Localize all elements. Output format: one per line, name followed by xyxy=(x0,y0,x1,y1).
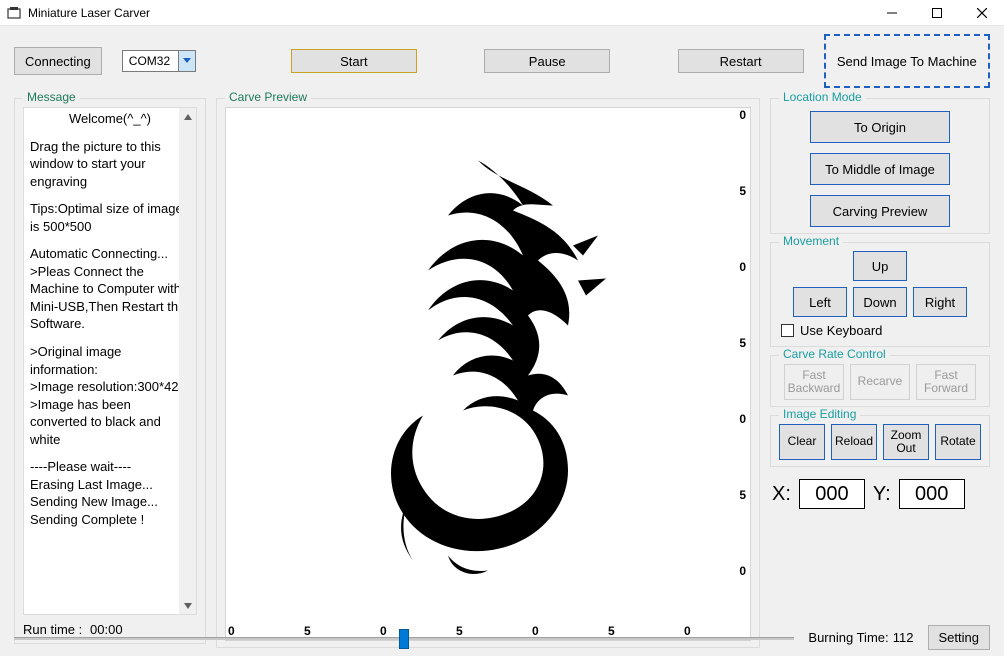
carve-rate-panel: Carve Rate Control Fast Backward Recarve… xyxy=(770,355,990,407)
burning-time-label: Burning Time: 112 xyxy=(808,629,913,646)
carving-preview-button[interactable]: Carving Preview xyxy=(810,195,950,227)
recarve-button[interactable]: Recarve xyxy=(850,364,910,400)
message-panel: Message Welcome(^_^) Drag the picture to… xyxy=(14,98,206,644)
carve-preview-panel: Carve Preview xyxy=(216,98,760,648)
move-down-button[interactable]: Down xyxy=(853,287,907,317)
fast-forward-button[interactable]: Fast Forward xyxy=(916,364,976,400)
movement-legend: Movement xyxy=(779,234,843,248)
top-toolbar: Connecting COM32 Start Pause Restart Sen… xyxy=(14,34,990,88)
minimize-button[interactable] xyxy=(869,0,914,26)
connect-button[interactable]: Connecting xyxy=(14,47,102,75)
burning-time-slider[interactable] xyxy=(14,626,794,650)
message-legend: Message xyxy=(23,90,80,104)
coordinates-display: X: 000 Y: 000 xyxy=(770,479,990,509)
start-button[interactable]: Start xyxy=(291,49,417,73)
restart-button[interactable]: Restart xyxy=(678,49,804,73)
scrollbar[interactable] xyxy=(179,108,196,614)
port-select[interactable]: COM32 xyxy=(122,50,196,72)
move-left-button[interactable]: Left xyxy=(793,287,847,317)
app-icon xyxy=(6,5,22,21)
rotate-button[interactable]: Rotate xyxy=(935,424,981,460)
zoom-out-button[interactable]: Zoom Out xyxy=(883,424,929,460)
pause-button[interactable]: Pause xyxy=(484,49,610,73)
y-label: Y: xyxy=(873,483,891,506)
x-label: X: xyxy=(772,483,791,506)
location-mode-panel: Location Mode To Origin To Middle of Ima… xyxy=(770,98,990,234)
preview-image xyxy=(328,151,628,578)
bottom-bar: Burning Time: 112 Setting xyxy=(14,625,990,650)
to-origin-button[interactable]: To Origin xyxy=(810,111,950,143)
carve-rate-legend: Carve Rate Control xyxy=(779,347,890,361)
x-value: 000 xyxy=(799,479,865,509)
scroll-up-icon[interactable] xyxy=(179,108,196,125)
image-editing-panel: Image Editing Clear Reload Zoom Out Rota… xyxy=(770,415,990,467)
clear-button[interactable]: Clear xyxy=(779,424,825,460)
close-button[interactable] xyxy=(959,0,1004,26)
chevron-down-icon xyxy=(178,51,195,71)
scroll-down-icon[interactable] xyxy=(179,597,196,614)
to-middle-button[interactable]: To Middle of Image xyxy=(810,153,950,185)
use-keyboard-checkbox[interactable]: Use Keyboard xyxy=(781,323,981,338)
send-image-button[interactable]: Send Image To Machine xyxy=(824,34,990,88)
movement-panel: Movement Up Left Down Right Use Keyboard xyxy=(770,242,990,347)
window-title: Miniature Laser Carver xyxy=(28,6,869,20)
message-textarea[interactable]: Welcome(^_^) Drag the picture to this wi… xyxy=(23,107,197,615)
y-value: 000 xyxy=(899,479,965,509)
port-select-value: COM32 xyxy=(123,54,178,68)
carve-preview-legend: Carve Preview xyxy=(225,90,311,104)
image-editing-legend: Image Editing xyxy=(779,407,860,421)
move-right-button[interactable]: Right xyxy=(913,287,967,317)
carve-preview-canvas[interactable]: 0 5 0 5 0 5 0 0 5 0 5 0 xyxy=(225,107,751,641)
checkbox-icon xyxy=(781,324,794,337)
ruler-right: 0 5 0 5 0 5 0 xyxy=(730,108,750,620)
move-up-button[interactable]: Up xyxy=(853,251,907,281)
fast-backward-button[interactable]: Fast Backward xyxy=(784,364,844,400)
location-mode-legend: Location Mode xyxy=(779,90,866,104)
reload-button[interactable]: Reload xyxy=(831,424,877,460)
maximize-button[interactable] xyxy=(914,0,959,26)
titlebar: Miniature Laser Carver xyxy=(0,0,1004,26)
setting-button[interactable]: Setting xyxy=(928,625,990,650)
slider-thumb[interactable] xyxy=(399,629,409,649)
